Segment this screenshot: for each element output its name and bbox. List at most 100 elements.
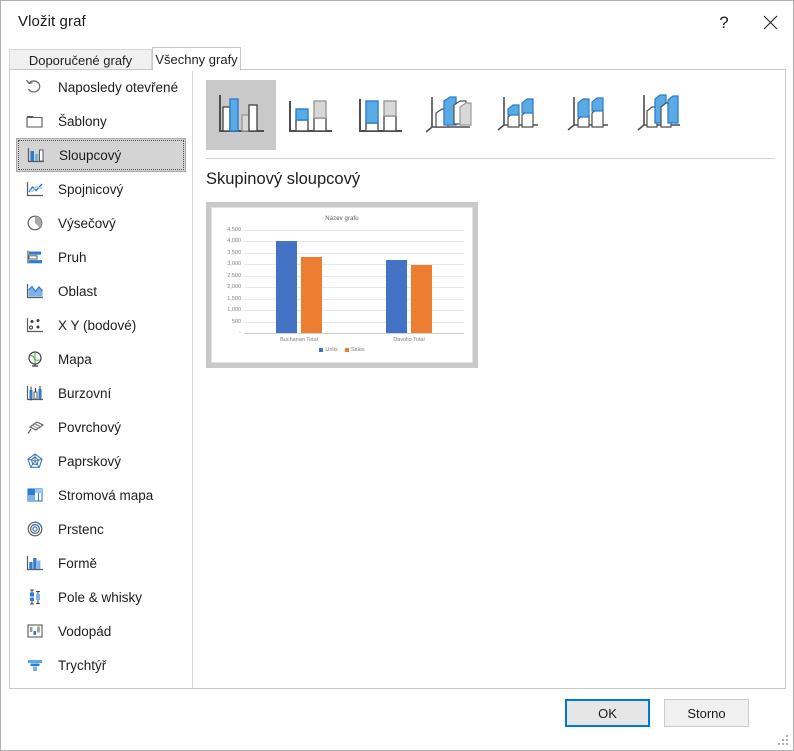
thumb-3d-100-stacked-column[interactable] — [556, 80, 626, 150]
sidebar-item-label: Naposledy otevřené — [58, 79, 179, 95]
ok-button-label: OK — [598, 705, 617, 721]
cancel-button[interactable]: Storno — [664, 699, 749, 727]
chart-bar — [411, 265, 432, 333]
sidebar-item-stromova-mapa[interactable]: Stromová mapa — [16, 478, 186, 512]
chart-x-tick-label: Buchanan Total — [280, 337, 318, 343]
sidebar-item-label: Oblast — [58, 283, 98, 299]
sidebar-item-pruh[interactable]: Pruh — [16, 240, 186, 274]
treemap-chart-icon — [22, 483, 48, 507]
chart-title: Název grafu — [325, 216, 359, 222]
thumb-clustered-column[interactable] — [206, 80, 276, 150]
chart-preview: Název grafu 4,500 4,000 3,500 3,000 2,500 2,0… — [211, 207, 473, 363]
sidebar-item-naposledy-otevrene[interactable]: Naposledy otevřené — [16, 70, 186, 104]
help-button[interactable]: ? — [701, 1, 747, 43]
sidebar-item-xy-bodove[interactable]: X Y (bodové) — [16, 308, 186, 342]
sidebar-item-label: Trychtýř — [58, 657, 107, 673]
sidebar-item-mapa[interactable]: Mapa — [16, 342, 186, 376]
chart-legend-label: Units — [325, 347, 338, 353]
sidebar-item-forme[interactable]: Formě — [16, 546, 186, 580]
sidebar-item-label: Paprskový — [58, 453, 122, 469]
scatter-chart-icon — [22, 313, 48, 337]
tab-all-charts[interactable]: Všechny grafy — [152, 47, 241, 71]
chart-legend-label: Sales — [350, 347, 365, 353]
chart-subtype-thumbnails — [206, 80, 777, 150]
pie-chart-icon — [22, 211, 48, 235]
chart-legend-entry: Units — [319, 347, 338, 353]
bar-chart-icon — [22, 245, 48, 269]
sidebar-item-vysecovy[interactable]: Výsečový — [16, 206, 186, 240]
preview-heading: Skupinový sloupcový — [206, 170, 361, 188]
sidebar-item-label: Mapa — [58, 351, 92, 367]
sidebar-item-pole-whisky[interactable]: Pole & whisky — [16, 580, 186, 614]
question-mark-icon: ? — [719, 12, 729, 32]
tab-recommended-charts[interactable]: Doporučené grafy — [9, 49, 152, 71]
chart-y-tick-label: 500 — [231, 318, 241, 325]
radar-chart-icon — [22, 449, 48, 473]
sidebar-item-label: Prstenc — [58, 521, 104, 537]
chart-legend: Units Sales — [212, 347, 472, 353]
sidebar-item-label: Burzovní — [58, 385, 112, 401]
thumb-100-stacked-column[interactable] — [346, 80, 416, 150]
sidebar-item-label: Spojnicový — [58, 181, 124, 197]
sidebar-item-label: Pole & whisky — [58, 589, 143, 605]
sidebar-item-label: Vodopád — [58, 623, 112, 639]
chart-plot-area: 4,500 4,000 3,500 3,000 2,500 2,000 1,500 1,000… — [227, 227, 464, 343]
waterfall-chart-icon — [22, 619, 48, 643]
gallery-divider — [206, 158, 775, 159]
chart-axis-baseline — [244, 333, 464, 334]
sidebar-item-label: Formě — [58, 555, 98, 571]
sidebar-item-povrchovy[interactable]: Povrchový — [16, 410, 186, 444]
sidebar-item-vodopad[interactable]: Vodopád — [16, 614, 186, 648]
chart-y-tick-label: 3,000 — [227, 261, 241, 268]
sidebar-item-sloupcovy[interactable]: Sloupcový — [16, 138, 186, 172]
sidebar-item-prstenc[interactable]: Prstenc — [16, 512, 186, 546]
templates-icon — [22, 109, 48, 133]
chart-type-sidebar[interactable]: Naposledy otevřené Šablony Sloupcový Spo… — [10, 70, 193, 688]
sidebar-item-label: Stromová mapa — [58, 487, 154, 503]
chart-bar — [276, 241, 297, 333]
sidebar-item-paprskovy[interactable]: Paprskový — [16, 444, 186, 478]
sidebar-item-oblast[interactable]: Oblast — [16, 274, 186, 308]
chart-gallery-content: Skupinový sloupcový Název grafu 4,500 4,0… — [194, 70, 785, 688]
dialog-footer: OK Storno — [1, 689, 793, 750]
chart-y-tick-label: 4,000 — [227, 238, 241, 245]
sidebar-item-burzovni[interactable]: Burzovní — [16, 376, 186, 410]
resize-grip[interactable] — [777, 735, 789, 747]
chart-x-tick-label: Davolio Total — [393, 337, 425, 343]
combo-chart-icon — [22, 687, 48, 688]
map-chart-icon — [22, 347, 48, 371]
tab-recommended-charts-label: Doporučené grafy — [28, 53, 133, 68]
sidebar-item-spojnicovy[interactable]: Spojnicový — [16, 172, 186, 206]
sidebar-item-label: Šablony — [58, 113, 107, 129]
sidebar-item-trychtyr[interactable]: Trychtýř — [16, 648, 186, 682]
line-chart-icon — [22, 177, 48, 201]
boxwhisker-chart-icon — [22, 585, 48, 609]
chart-legend-entry: Sales — [344, 347, 365, 353]
surface-chart-icon — [22, 415, 48, 439]
chart-legend-swatch — [344, 348, 349, 352]
sidebar-item-label: Výsečový — [58, 215, 116, 231]
chart-bar — [301, 256, 322, 333]
sidebar-item-label: Pruh — [58, 249, 87, 265]
sidebar-item-label: Povrchový — [58, 419, 122, 435]
chart-y-tick-label: - — [239, 330, 241, 336]
chart-y-tick-label: 4,500 — [227, 227, 241, 233]
thumb-3d-clustered-column[interactable] — [416, 80, 486, 150]
thumb-3d-column[interactable] — [626, 80, 696, 150]
sidebar-item-sablony[interactable]: Šablony — [16, 104, 186, 138]
funnel-chart-icon — [22, 653, 48, 677]
tab-strip: Doporučené grafy Všechny grafy — [1, 43, 793, 71]
sidebar-item-kombinovany[interactable]: Kombinovaný — [16, 682, 186, 688]
close-icon — [763, 15, 778, 30]
title-bar: Vložit graf ? — [1, 1, 793, 43]
sidebar-item-label: Sloupcový — [59, 147, 122, 163]
doughnut-chart-icon — [22, 517, 48, 541]
thumb-3d-stacked-column[interactable] — [486, 80, 556, 150]
thumb-stacked-column[interactable] — [276, 80, 346, 150]
close-button[interactable] — [747, 1, 793, 43]
chart-preview-card[interactable]: Název grafu 4,500 4,000 3,500 3,000 2,500 2,0… — [206, 202, 478, 368]
dialog-title: Vložit graf — [18, 13, 86, 30]
tab-all-charts-label: Všechny grafy — [155, 51, 238, 67]
chart-y-tick-label: 3,500 — [227, 249, 241, 256]
ok-button[interactable]: OK — [565, 699, 650, 727]
